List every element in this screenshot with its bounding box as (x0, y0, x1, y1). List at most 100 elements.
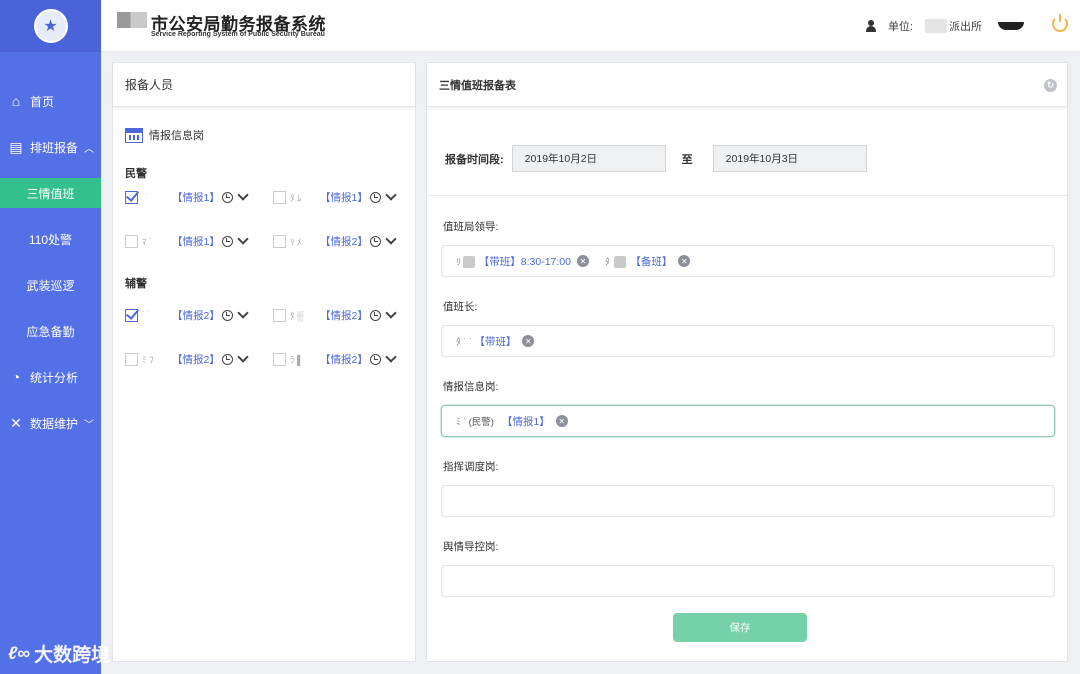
sidebar-nav: ⌂ 首页 ▤ 排班报备 ︿ 三情值班 110处警 武装巡逻 应急备勤 ◔ 统计分… (0, 78, 101, 446)
person-item[interactable]: ﾏ ˙ 【情报1】 (125, 232, 249, 249)
person-tag: 【情报2】 (172, 353, 220, 366)
person-name-redacted: ﾏ ˙ (142, 236, 152, 247)
field-label-dispatch-post: 指挥调度岗: (443, 461, 499, 473)
chip-name-redacted: ﾘ (456, 254, 477, 269)
chip-name-redacted: ﾐ ˙ (456, 417, 467, 428)
chevron-up-icon: ︿ (84, 143, 95, 155)
clock-icon[interactable] (369, 235, 381, 247)
sidebar-item-maintenance[interactable]: ✕ 数据维护 ﹀ (0, 400, 101, 446)
field-label-bureau-leader: 值班局领导: (443, 221, 499, 233)
person-name-redacted: ﾗ ▌ (290, 354, 304, 365)
person-item[interactable]: ﾐ ﾌ 【情报2】 (125, 350, 249, 367)
tools-icon: ✕ (10, 414, 22, 431)
police-emblem-icon: ★ (33, 9, 68, 43)
shift-leader-field[interactable]: ﾀ ˙ ˙ 【带班】 ✕ (441, 325, 1055, 357)
sidebar-item-label: 排班报备 (30, 140, 79, 155)
panel-title: 三情值班报备表 (439, 79, 516, 92)
person-name-redacted: ﾀ ﾑ (290, 192, 302, 203)
person-item[interactable]: ﾘ ﾒ 【情报2】 (273, 232, 397, 249)
brand-text: 市公安局勤务报备系统 Service Reporting System of P… (151, 10, 326, 38)
watermark-logo-icon: ℓ∞ (8, 643, 31, 663)
chevron-down-icon[interactable] (385, 350, 397, 363)
remove-chip-icon[interactable]: ✕ (555, 415, 568, 427)
checkbox[interactable] (273, 234, 286, 248)
brand: 市公安局勤务报备系统 Service Reporting System of P… (117, 10, 326, 38)
clock-icon[interactable] (369, 353, 381, 365)
chip-name-redacted: ﾀ ˙ ˙ (456, 337, 473, 348)
field-label-public-opinion-post: 舆情导控岗: (443, 541, 499, 553)
checkbox[interactable] (125, 234, 138, 248)
chevron-down-icon[interactable] (237, 232, 249, 245)
clock-icon[interactable] (221, 353, 233, 365)
person-item[interactable]: ˙ ˙ 【情报2】 (125, 306, 249, 323)
chevron-down-icon[interactable] (237, 350, 249, 363)
date-from-input[interactable]: 2019年10月2日 (511, 145, 666, 172)
chevron-down-icon[interactable] (237, 188, 249, 201)
unit-label: 单位: (887, 21, 913, 33)
pie-chart-icon: ◔ (11, 369, 21, 385)
sidebar-subitem-patrol[interactable]: 武装巡逻 (0, 262, 101, 308)
person-name-redacted: ﾀ ▒ (290, 310, 304, 321)
checkbox[interactable] (273, 190, 286, 204)
clock-icon[interactable] (369, 191, 381, 203)
avatar (998, 22, 1024, 30)
remove-chip-icon[interactable]: ✕ (522, 335, 535, 347)
checkbox[interactable] (125, 190, 138, 204)
clock-icon[interactable] (369, 309, 381, 321)
redacted-city-name (117, 12, 147, 28)
person-tag: 【情报1】 (172, 191, 220, 204)
sidebar-subitem-standby[interactable]: 应急备勤 (0, 308, 101, 354)
bureau-leader-field[interactable]: ﾘ 【带班】8:30-17:00 ✕ ﾀ 【备班】 ✕ (441, 245, 1055, 277)
divider (427, 195, 1067, 196)
clock-icon[interactable] (221, 191, 233, 203)
panel-header: 三情值班报备表 ↻ (427, 63, 1067, 107)
person-chip: ﾀ ˙ ˙ 【带班】 ✕ (456, 334, 535, 349)
person-item[interactable]: ﾀ ﾑ 【情报1】 (273, 188, 397, 205)
chevron-down-icon[interactable] (385, 188, 397, 201)
clock-icon[interactable] (221, 235, 233, 247)
save-button[interactable]: 保存 (673, 613, 807, 642)
chip-name-suffix: (民警) (468, 417, 494, 428)
checkbox[interactable] (273, 352, 286, 366)
checkbox[interactable] (273, 308, 286, 322)
app-subtitle: Service Reporting System of Public Secur… (151, 31, 325, 38)
panel-title: 报备人员 (113, 63, 415, 107)
watermark: ℓ∞ 大数跨境 (8, 640, 110, 667)
checkbox[interactable] (125, 352, 138, 366)
person-item[interactable]: ﾗ ▌ 【情报2】 (273, 350, 397, 367)
sidebar-subitem-110[interactable]: 110处警 (0, 216, 101, 262)
person-name-redacted: ˙˙ (142, 192, 148, 202)
person-tag: 【情报2】 (320, 309, 368, 322)
public-opinion-post-field[interactable] (441, 565, 1055, 597)
person-tag: 【情报2】 (172, 309, 220, 322)
logo-area: ★ (0, 0, 101, 52)
top-header: 市公安局勤务报备系统 Service Reporting System of P… (101, 0, 1080, 52)
duty-report-panel: 三情值班报备表 ↻ 报备时间段: 2019年10月2日 至 2019年10月3日… (426, 62, 1068, 662)
chevron-down-icon[interactable] (385, 232, 397, 245)
sidebar-item-home[interactable]: ⌂ 首页 (0, 78, 101, 124)
checkbox[interactable] (125, 308, 138, 322)
remove-chip-icon[interactable]: ✕ (576, 255, 589, 267)
person-item[interactable]: ﾀ ▒ 【情报2】 (273, 306, 397, 323)
chevron-down-icon[interactable] (385, 306, 397, 319)
person-chip: ﾐ ˙ (民警) 【情报1】 ✕ (456, 414, 568, 429)
chip-tag: 【带班】 (474, 335, 517, 348)
sidebar-subitem-sanqing[interactable]: 三情值班 (0, 178, 101, 208)
power-icon[interactable] (1052, 14, 1068, 32)
person-item[interactable]: ˙˙ 【情报1】 (125, 188, 249, 205)
person-tag: 【情报1】 (172, 235, 220, 248)
unit-info: 单位: 派出所 (865, 18, 1024, 34)
clock-icon[interactable] (221, 309, 233, 321)
dispatch-post-field[interactable] (441, 485, 1055, 517)
refresh-icon[interactable]: ↻ (1044, 79, 1057, 92)
chip-tag: 【情报1】 (501, 415, 550, 428)
person-chip: ﾀ 【备班】 ✕ (605, 254, 691, 269)
schedule-icon: ▤ (9, 138, 23, 155)
chevron-down-icon[interactable] (237, 306, 249, 319)
sidebar-item-schedule[interactable]: ▤ 排班报备 ︿ (0, 124, 101, 170)
chevron-down-icon: ﹀ (84, 419, 95, 431)
intel-post-field[interactable]: ﾐ ˙ (民警) 【情报1】 ✕ (441, 405, 1055, 437)
sidebar-item-statistics[interactable]: ◔ 统计分析 (0, 354, 101, 400)
remove-chip-icon[interactable]: ✕ (678, 255, 691, 267)
date-to-input[interactable]: 2019年10月3日 (712, 145, 867, 172)
